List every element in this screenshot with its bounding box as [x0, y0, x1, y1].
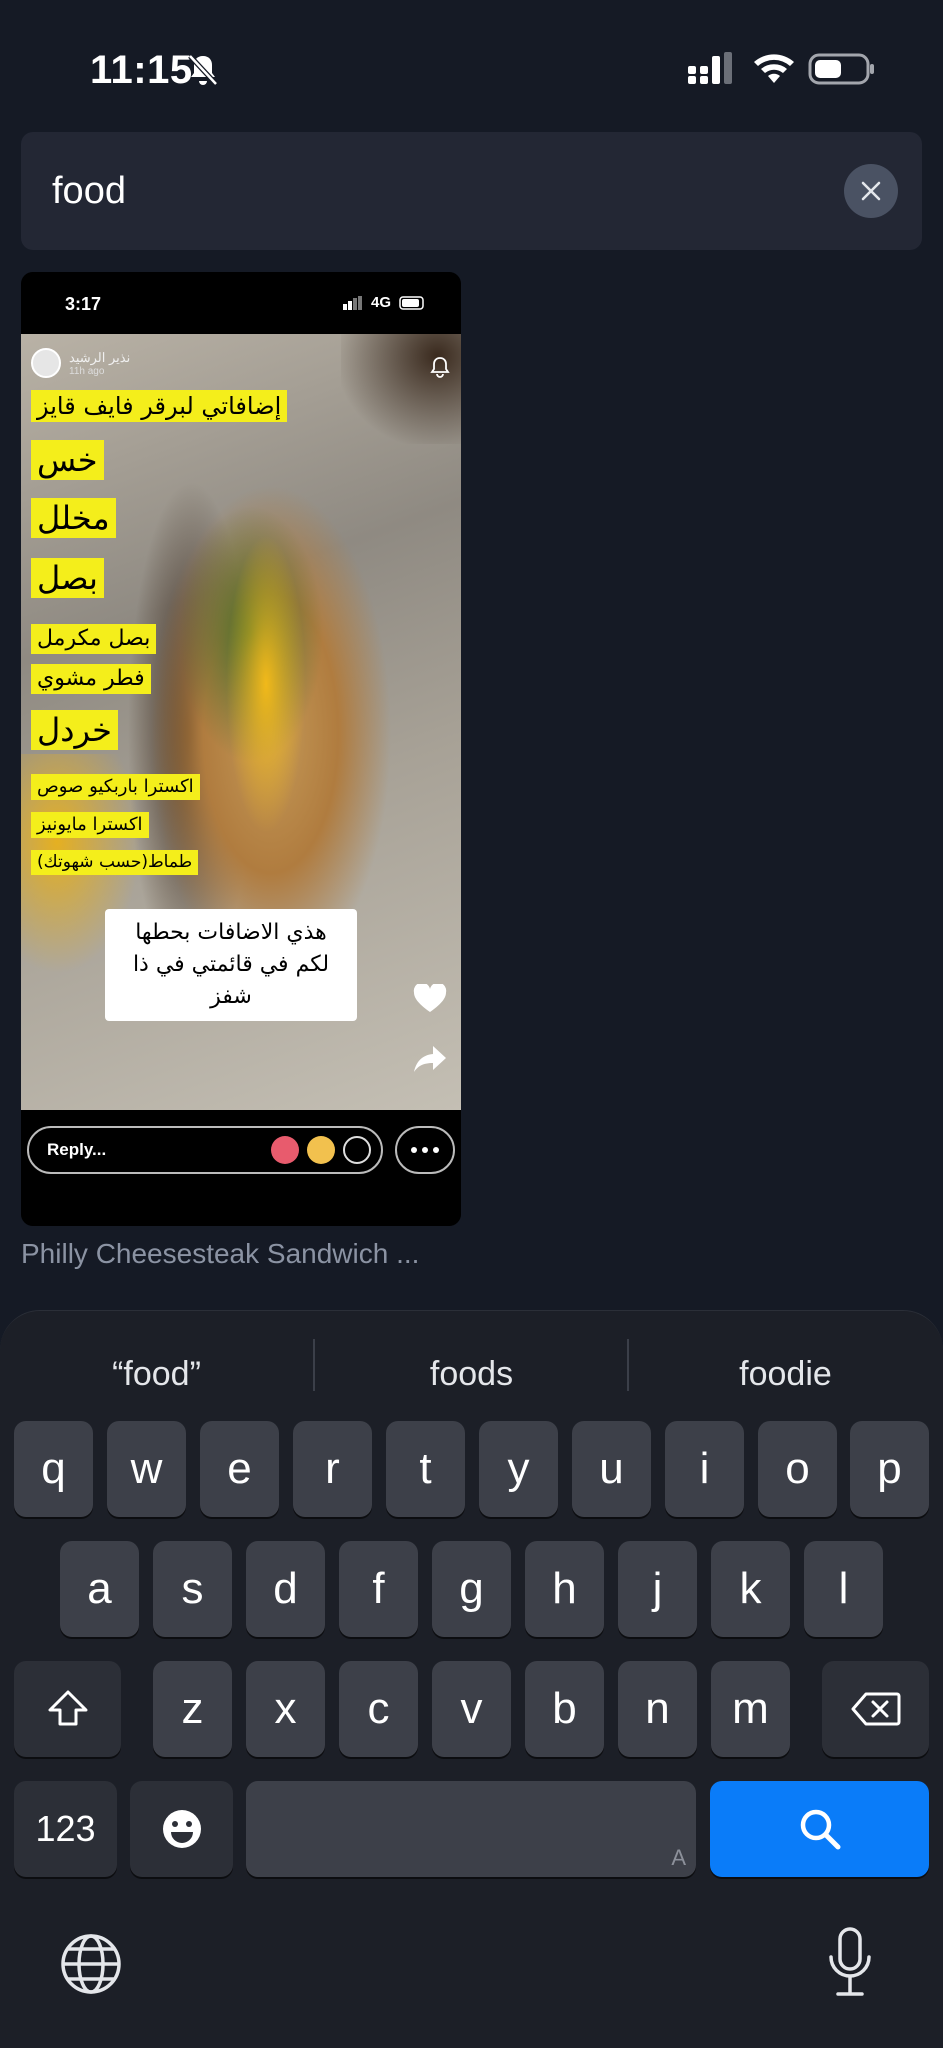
emoji-icon — [162, 1810, 201, 1848]
status-time: 11:15 — [90, 48, 193, 92]
key-w[interactable]: w — [107, 1421, 186, 1517]
shift-key[interactable] — [14, 1661, 121, 1757]
wifi-icon — [754, 54, 794, 83]
key-t[interactable]: t — [386, 1421, 465, 1517]
share-icon — [414, 1046, 446, 1072]
key-k[interactable]: k — [711, 1541, 790, 1637]
face-emoji-icon — [307, 1136, 335, 1164]
story-header: نذير الرشيد 11h ago — [31, 348, 130, 378]
space-key[interactable]: A — [246, 1781, 696, 1877]
overlay-label: فطر مشوي — [31, 664, 151, 694]
key-s[interactable]: s — [153, 1541, 232, 1637]
more-options-icon — [395, 1126, 455, 1174]
result-card[interactable]: 3:17 4G نذير الرشيد 11h ago إضافاتي لبرق… — [21, 272, 461, 1226]
preview-signal-icon — [342, 295, 362, 310]
key-e[interactable]: e — [200, 1421, 279, 1517]
story-time-ago: 11h ago — [69, 365, 105, 377]
overlay-label: إضافاتي لبرقر فايف قايز — [31, 390, 288, 422]
overlay-label: خردل — [31, 710, 118, 750]
preview-reply-bar: Reply... — [21, 1110, 461, 1226]
battery-icon — [808, 53, 874, 85]
status-bar: 11:15 — [0, 0, 943, 130]
screen: 11:15 food 3:17 4G نذير الرشيد 11h ago إ… — [0, 0, 943, 2048]
story-caption: هذي الاضافات بحطها لكم في قائمتي في ذا ش… — [105, 909, 357, 1021]
key-m[interactable]: m — [711, 1661, 790, 1757]
suggestion-item[interactable]: “food” — [0, 1339, 313, 1409]
key-l[interactable]: l — [804, 1541, 883, 1637]
search-bar — [21, 132, 922, 250]
overlay-label: خس — [31, 440, 104, 480]
key-d[interactable]: d — [246, 1541, 325, 1637]
suggestion-item[interactable]: foods — [315, 1339, 628, 1409]
close-icon — [861, 181, 881, 201]
search-input[interactable] — [52, 132, 832, 250]
globe-icon[interactable] — [58, 1931, 124, 1997]
search-key[interactable] — [710, 1781, 929, 1877]
search-icon — [800, 1809, 840, 1850]
heart-eyes-emoji-icon — [271, 1136, 299, 1164]
bell-icon — [430, 357, 450, 378]
microphone-icon[interactable] — [826, 1927, 874, 1999]
key-v[interactable]: v — [432, 1661, 511, 1757]
preview-network: 4G — [370, 294, 391, 311]
overlay-label: اكسترا مايونيز — [31, 812, 149, 838]
backspace-icon — [851, 1692, 900, 1726]
story-username: نذير الرشيد — [69, 349, 131, 365]
key-p[interactable]: p — [850, 1421, 929, 1517]
add-reaction-icon — [343, 1136, 371, 1164]
cellular-signal-icon — [688, 52, 732, 84]
preview-time: 3:17 — [65, 294, 102, 314]
result-title[interactable]: Philly Cheesesteak Sandwich ... — [21, 1238, 419, 1270]
key-f[interactable]: f — [339, 1541, 418, 1637]
overlay-label: بصل — [31, 558, 104, 598]
preview-battery-icon — [399, 295, 424, 310]
overlay-label: مخلل — [31, 498, 116, 538]
avatar — [31, 348, 61, 378]
key-g[interactable]: g — [432, 1541, 511, 1637]
numbers-key[interactable]: 123 — [14, 1781, 117, 1877]
reply-placeholder: Reply... — [47, 1140, 107, 1159]
shift-icon — [48, 1690, 87, 1726]
overlay-label: اكسترا باربكيو صوص — [31, 774, 200, 800]
overlay-label: بصل مكرمل — [31, 624, 157, 654]
key-q[interactable]: q — [14, 1421, 93, 1517]
preview-status-bar: 3:17 4G — [21, 272, 461, 334]
key-r[interactable]: r — [293, 1421, 372, 1517]
bell-slash-icon — [188, 54, 218, 86]
key-b[interactable]: b — [525, 1661, 604, 1757]
emoji-key[interactable] — [130, 1781, 233, 1877]
space-key-hint: A — [671, 1845, 686, 1870]
clear-search-button[interactable] — [844, 164, 898, 218]
key-a[interactable]: a — [60, 1541, 139, 1637]
preview-reply-field: Reply... — [27, 1126, 383, 1174]
story-preview-image: نذير الرشيد 11h ago إضافاتي لبرقر فايف ق… — [21, 334, 461, 1110]
key-x[interactable]: x — [246, 1661, 325, 1757]
key-z[interactable]: z — [153, 1661, 232, 1757]
overlay-label: طماط(حسب شهوتك) — [31, 850, 199, 875]
key-h[interactable]: h — [525, 1541, 604, 1637]
key-i[interactable]: i — [665, 1421, 744, 1517]
key-y[interactable]: y — [479, 1421, 558, 1517]
key-j[interactable]: j — [618, 1541, 697, 1637]
key-n[interactable]: n — [618, 1661, 697, 1757]
keyboard: “food” foods foodie q w e r t y u i o p … — [0, 1310, 943, 2048]
suggestion-item[interactable]: foodie — [629, 1339, 942, 1409]
key-o[interactable]: o — [758, 1421, 837, 1517]
key-u[interactable]: u — [572, 1421, 651, 1517]
key-c[interactable]: c — [339, 1661, 418, 1757]
backspace-key[interactable] — [822, 1661, 929, 1757]
heart-icon — [413, 984, 447, 1012]
